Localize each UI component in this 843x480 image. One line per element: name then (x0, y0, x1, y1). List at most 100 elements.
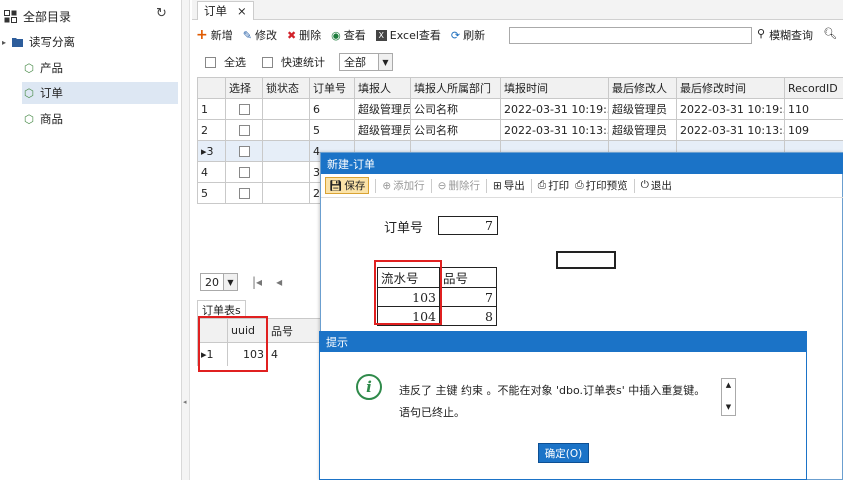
grid-header: 选择 锁状态 订单号 填报人 填报人所属部门 填报时间 最后修改人 最后修改时间… (197, 77, 843, 99)
message-line-2: 语句已终止。 (399, 406, 465, 419)
chevron-down-icon[interactable]: ▼ (378, 54, 392, 70)
order-number-field[interactable]: 7 (438, 216, 498, 235)
scope-value: 全部 (344, 56, 366, 69)
row-number: 1 (197, 98, 226, 120)
cell-time[interactable]: 2022-03-31 10:13:31 (500, 119, 609, 141)
excel-icon: X (375, 29, 387, 41)
row-select-checkbox[interactable] (225, 182, 263, 204)
fuzzy-label: 模糊查询 (769, 29, 814, 42)
empty-box (556, 251, 616, 269)
refresh-icon[interactable]: ↻ (156, 6, 167, 21)
export-button[interactable]: ⊞ 导出 (493, 178, 525, 193)
print-button[interactable]: ⎙ 打印 (538, 178, 569, 193)
column-header[interactable]: 锁状态 (262, 77, 310, 99)
scope-select[interactable]: 全部 ▼ (339, 53, 393, 71)
delete-row-button[interactable]: ⊖ 删除行 (438, 178, 480, 193)
view-label: 查看 (343, 29, 366, 42)
tree-root[interactable]: 全部目录 (4, 6, 71, 26)
cell-mtime[interactable]: 2022-03-31 10:13:31 (676, 119, 785, 141)
row-select-checkbox[interactable] (225, 119, 263, 141)
ok-button[interactable]: 确定(O) (538, 443, 589, 463)
cell-dept[interactable]: 公司名称 (410, 98, 501, 120)
save-button[interactable]: 💾︎ 保存 (325, 177, 370, 194)
exit-button[interactable]: ⏻ 退出 (641, 178, 672, 193)
cell-reporter[interactable]: 超级管理员 (354, 119, 411, 141)
cell-modifier[interactable]: 超级管理员 (608, 98, 677, 120)
table-row[interactable]: 25超级管理员公司名称2022-03-31 10:13:31超级管理员2022-… (197, 119, 843, 141)
page-size-select[interactable]: 20 ▼ (200, 273, 238, 291)
refresh-label: 刷新 (463, 29, 486, 42)
delete-button[interactable]: ✖ 删除 (287, 27, 321, 43)
scroll-down-icon[interactable]: ▼ (722, 401, 735, 413)
column-header (197, 77, 226, 99)
cell-time[interactable]: 2022-03-31 10:19:59 (500, 98, 609, 120)
message-scrollbar[interactable]: ▲ ▼ (721, 378, 736, 416)
print-label: 打印 (548, 180, 570, 192)
cell-rid[interactable]: 110 (784, 98, 843, 120)
cube-icon: ⬡ (24, 86, 35, 100)
dialog-toolbar: 💾︎ 保存 ⊕ 添加行 ⊖ 删除行 ⊞ 导出 ⎙ 打印 ⎙ 打印预览 ⏻ 退出 (321, 174, 843, 198)
save-label: 保存 (344, 180, 366, 192)
row-select-checkbox[interactable] (225, 98, 263, 120)
print-preview-label: 打印预览 (585, 180, 628, 192)
column-header[interactable]: 最后修改人 (608, 77, 677, 99)
column-header[interactable]: 填报人所属部门 (410, 77, 501, 99)
column-header[interactable]: 最后修改时间 (676, 77, 785, 99)
close-icon[interactable]: × (237, 4, 247, 18)
x-icon: ✖ (286, 28, 297, 42)
tab-order[interactable]: 订单 × (197, 1, 254, 20)
cell-modifier[interactable]: 超级管理员 (608, 119, 677, 141)
cell-rid[interactable]: 109 (784, 119, 843, 141)
printer-icon: ⎙ (537, 179, 547, 191)
cell-code[interactable]: 7 (439, 287, 497, 307)
refresh-button[interactable]: ⟳ 刷新 (451, 27, 485, 43)
collapse-arrow-icon[interactable]: ◂ (183, 398, 187, 406)
add-row-button[interactable]: ⊕ 添加行 (382, 178, 424, 193)
cell-code[interactable]: 8 (439, 306, 497, 326)
lock-cell (262, 161, 310, 183)
order-number-label: 订单号 (384, 221, 424, 236)
cell-dept[interactable]: 公司名称 (410, 119, 501, 141)
highlight-box-uuid (198, 316, 268, 372)
first-page-icon[interactable]: |◂ (252, 275, 262, 289)
column-header[interactable]: 品号 (267, 318, 321, 343)
add-label: 新增 (210, 29, 233, 42)
column-header[interactable]: RecordID (784, 77, 843, 99)
cell-mtime[interactable]: 2022-03-31 10:19:59 (676, 98, 785, 120)
cell-code[interactable]: 4 (267, 342, 321, 367)
add-button[interactable]: + 新增 (196, 27, 233, 43)
chevron-down-icon[interactable]: ▼ (223, 274, 237, 290)
excel-view-button[interactable]: X Excel查看 (375, 27, 441, 43)
cell-order[interactable]: 6 (309, 98, 355, 120)
splitter[interactable]: ◂ (182, 0, 190, 480)
search-input[interactable] (509, 27, 752, 44)
row-select-checkbox[interactable] (225, 161, 263, 183)
edit-button[interactable]: ✎ 修改 (243, 27, 277, 43)
view-button[interactable]: ◉ 查看 (331, 27, 366, 43)
table-row[interactable]: 16超级管理员公司名称2022-03-31 10:19:59超级管理员2022-… (197, 98, 843, 120)
scroll-up-icon[interactable]: ▲ (722, 379, 735, 391)
tree-root-label: 全部目录 (23, 9, 72, 24)
fuzzy-search-button[interactable]: ⚲ 模糊查询 🔍︎ (757, 27, 837, 43)
print-preview-button[interactable]: ⎙ 打印预览 (575, 178, 627, 193)
row-select-checkbox[interactable] (225, 140, 263, 162)
tab-bar (192, 0, 843, 20)
cell-order[interactable]: 5 (309, 119, 355, 141)
column-header[interactable]: 选择 (225, 77, 263, 99)
row-number: 2 (197, 119, 226, 141)
expand-arrow-icon[interactable]: ▸ (2, 38, 6, 47)
prev-page-icon[interactable]: ◂ (276, 275, 282, 289)
tree-item-goods[interactable]: ⬡ 商品 (22, 108, 178, 130)
cell-reporter[interactable]: 超级管理员 (354, 98, 411, 120)
separator (430, 178, 432, 193)
select-all-checkbox[interactable] (205, 56, 216, 68)
tree-item-order[interactable]: ⬡ 订单 (22, 82, 178, 104)
tree-item-product[interactable]: ⬡ 产品 (22, 57, 178, 79)
column-header[interactable]: 订单号 (309, 77, 355, 99)
filter-row: 全选 快速统计 全部 ▼ (205, 52, 393, 72)
tree-group[interactable]: ▸ 读写分离 (2, 31, 75, 53)
column-header[interactable]: 填报人 (354, 77, 411, 99)
search-icon[interactable]: 🔍︎ (823, 27, 837, 43)
column-header[interactable]: 填报时间 (500, 77, 609, 99)
quick-stats-checkbox[interactable] (262, 56, 273, 68)
